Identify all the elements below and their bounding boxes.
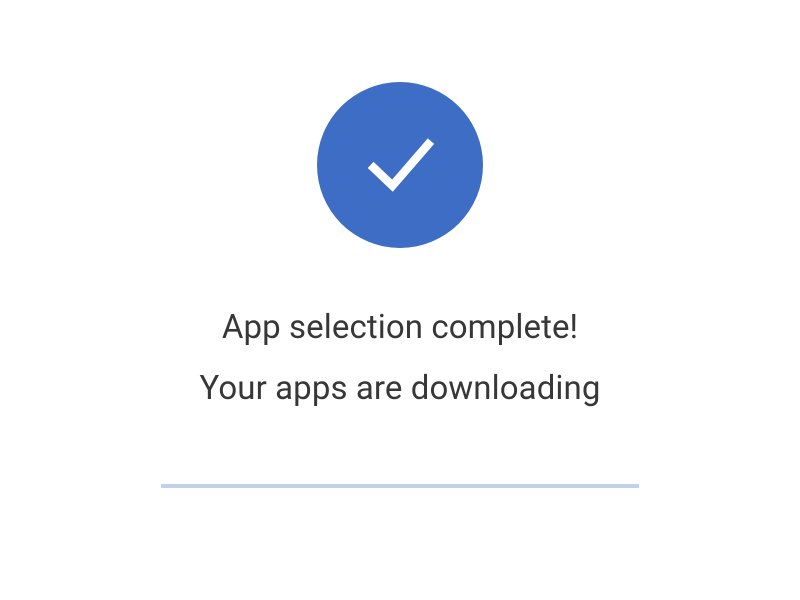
success-badge: [317, 82, 483, 248]
checkmark-icon: [353, 118, 447, 212]
completion-title: App selection complete!: [222, 308, 578, 347]
download-progress-bar: [161, 484, 639, 488]
download-status-text: Your apps are downloading: [199, 369, 600, 408]
confirmation-panel: App selection complete! Your apps are do…: [0, 0, 800, 600]
